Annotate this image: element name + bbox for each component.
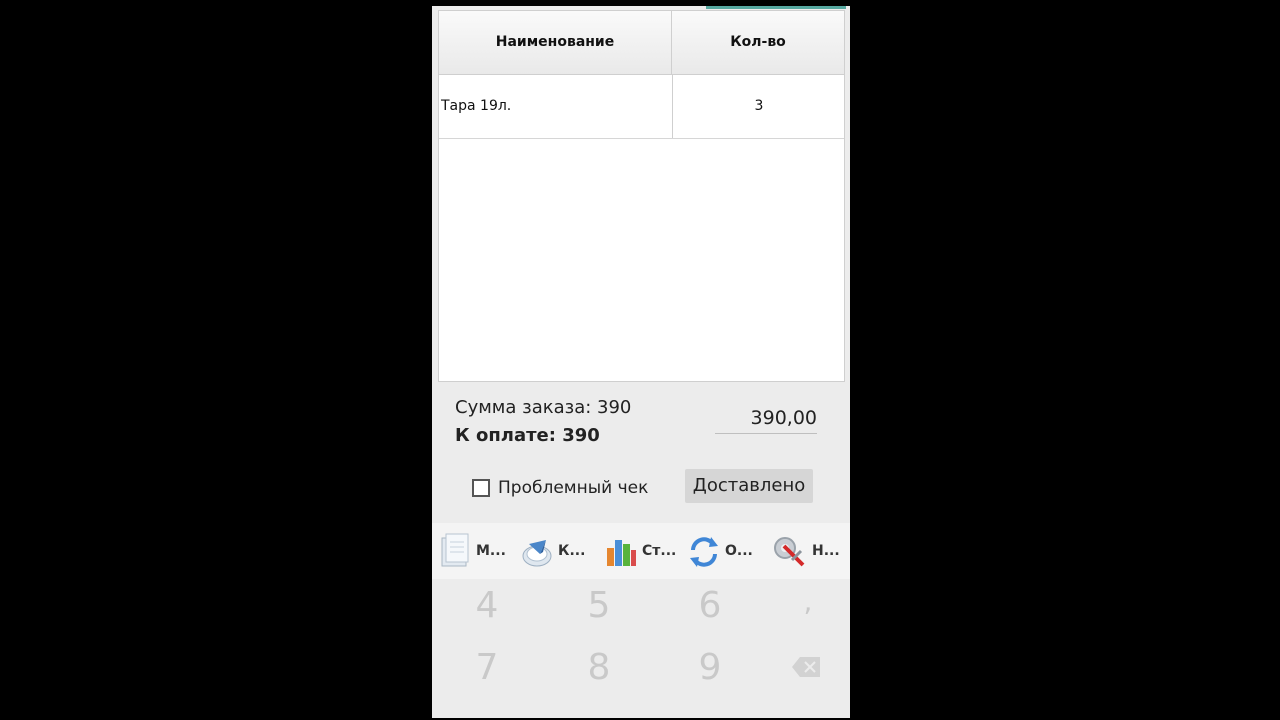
sync-icon [690,537,718,567]
keypad-key-4[interactable]: 4 [457,585,517,626]
backspace-icon[interactable] [792,657,820,677]
keypad-key-9[interactable]: 9 [680,647,740,688]
toolbar-item-m[interactable]: М... [438,523,506,579]
toolbar-item-o[interactable]: О... [687,523,753,579]
keypad-key-7[interactable]: 7 [457,647,517,688]
settings-tools-icon [774,537,805,567]
problem-receipt-label: Проблемный чек [498,478,649,498]
row-item-name: Тара 19л. [441,98,512,114]
delivered-button[interactable]: Доставлено [685,469,813,503]
order-items-table: Наименование Кол-во Тара 19л. 3 [438,10,845,382]
toolbar-item-label: К... [558,543,586,559]
toolbar-item-st[interactable]: Ст... [604,523,676,579]
keypad-key-5[interactable]: 5 [569,585,629,626]
toolbar-item-n[interactable]: Н... [770,523,840,579]
keypad-key-comma[interactable]: , [778,585,838,618]
toolbar-item-label: М... [476,543,506,559]
toolbar-item-label: Н... [812,543,840,559]
document-icon [441,533,469,567]
bar-chart-icon [607,540,636,566]
toolbar-item-label: О... [725,543,753,559]
keypad-key-8[interactable]: 8 [569,647,629,688]
row-item-qty: 3 [672,75,845,138]
bottom-toolbar: М... К... Ст... О... Н... [432,523,850,579]
table-header: Наименование Кол-во [439,11,844,75]
app-screen: Наименование Кол-во Тара 19л. 3 Сумма за… [432,6,850,718]
order-sum-text: Сумма заказа: 390 [455,397,632,418]
toolbar-item-label: Ст... [642,543,677,559]
table-row[interactable]: Тара 19л. 3 [439,75,844,139]
compass-icon [522,540,552,567]
tab-indicator [706,6,846,9]
column-header-name[interactable]: Наименование [439,11,672,74]
keypad-key-6[interactable]: 6 [680,585,740,626]
payment-amount-input[interactable]: 390,00 [715,403,817,434]
checkbox-box[interactable] [472,479,490,497]
column-header-qty[interactable]: Кол-во [672,11,844,74]
to-pay-text: К оплате: 390 [455,425,600,446]
problem-receipt-checkbox[interactable]: Проблемный чек [472,477,648,499]
toolbar-item-k[interactable]: К... [520,523,585,579]
